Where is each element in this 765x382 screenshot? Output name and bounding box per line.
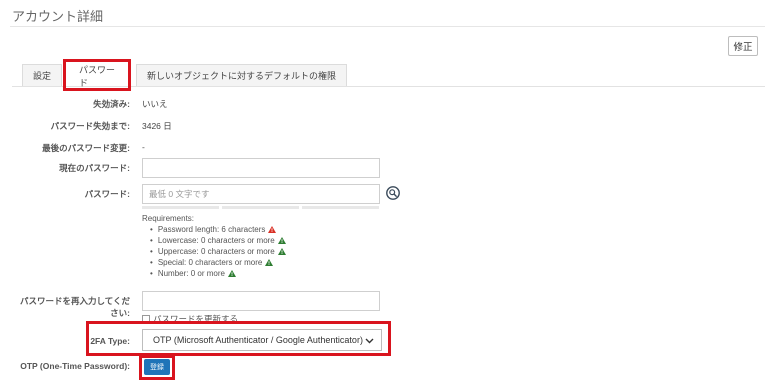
reenter-password-input[interactable]	[142, 291, 380, 311]
otp-register-button[interactable]: 登録	[144, 359, 170, 375]
twofa-label: 2FA Type:	[90, 336, 130, 346]
last-change-value: -	[142, 142, 145, 152]
tab-default-permissions[interactable]: 新しいオブジェクトに対するデフォルトの権限	[136, 64, 348, 86]
edit-button[interactable]: 修正	[728, 36, 758, 56]
chevron-down-icon	[365, 338, 374, 344]
current-password-input[interactable]	[142, 158, 380, 178]
password-input[interactable]: 最低 0 文字です	[142, 184, 380, 204]
tab-bar: 設定 パスワード 新しいオブジェクトに対するデフォルトの権限	[22, 59, 348, 91]
otp-label: OTP (One-Time Password):	[20, 361, 130, 371]
warning-icon	[268, 226, 277, 233]
search-icon[interactable]	[386, 186, 400, 200]
requirements-list: Password length: 6 characters Lowercase:…	[150, 224, 286, 279]
password-label: パスワード:	[84, 189, 130, 199]
reenter-password-label: パスワードを再入力してください:	[20, 296, 130, 318]
ok-icon	[227, 270, 236, 277]
ok-icon	[265, 259, 274, 266]
expired-label: 失効済み:	[93, 99, 130, 109]
strength-segment	[222, 206, 299, 209]
tab-settings[interactable]: 設定	[22, 64, 62, 86]
page-title: アカウント詳細	[12, 9, 104, 24]
current-password-label: 現在のパスワード:	[59, 163, 130, 173]
twofa-type-select[interactable]: OTP (Microsoft Authenticator / Google Au…	[142, 329, 382, 351]
password-strength-meter	[142, 206, 379, 209]
password-placeholder: 最低 0 文字です	[149, 189, 210, 199]
strength-segment	[142, 206, 219, 209]
requirement-item: Lowercase: 0 characters or more	[150, 235, 286, 246]
expired-value: いいえ	[142, 99, 168, 109]
requirement-item: Special: 0 characters or more	[150, 257, 286, 268]
last-change-label: 最後のパスワード変更:	[42, 143, 130, 153]
ok-icon	[277, 237, 286, 244]
strength-segment	[302, 206, 379, 209]
requirements-title: Requirements:	[142, 214, 195, 223]
until-expiry-value: 3426 日	[142, 121, 172, 131]
requirement-item: Uppercase: 0 characters or more	[150, 246, 286, 257]
title-divider	[10, 26, 765, 27]
twofa-selected-value: OTP (Microsoft Authenticator / Google Au…	[153, 335, 363, 345]
tab-bar-divider	[12, 86, 765, 87]
tab-password[interactable]: パスワード	[63, 59, 131, 91]
ok-icon	[277, 248, 286, 255]
requirement-item: Password length: 6 characters	[150, 224, 286, 235]
until-expiry-label: パスワード失効まで:	[50, 121, 130, 131]
requirement-item: Number: 0 or more	[150, 268, 286, 279]
